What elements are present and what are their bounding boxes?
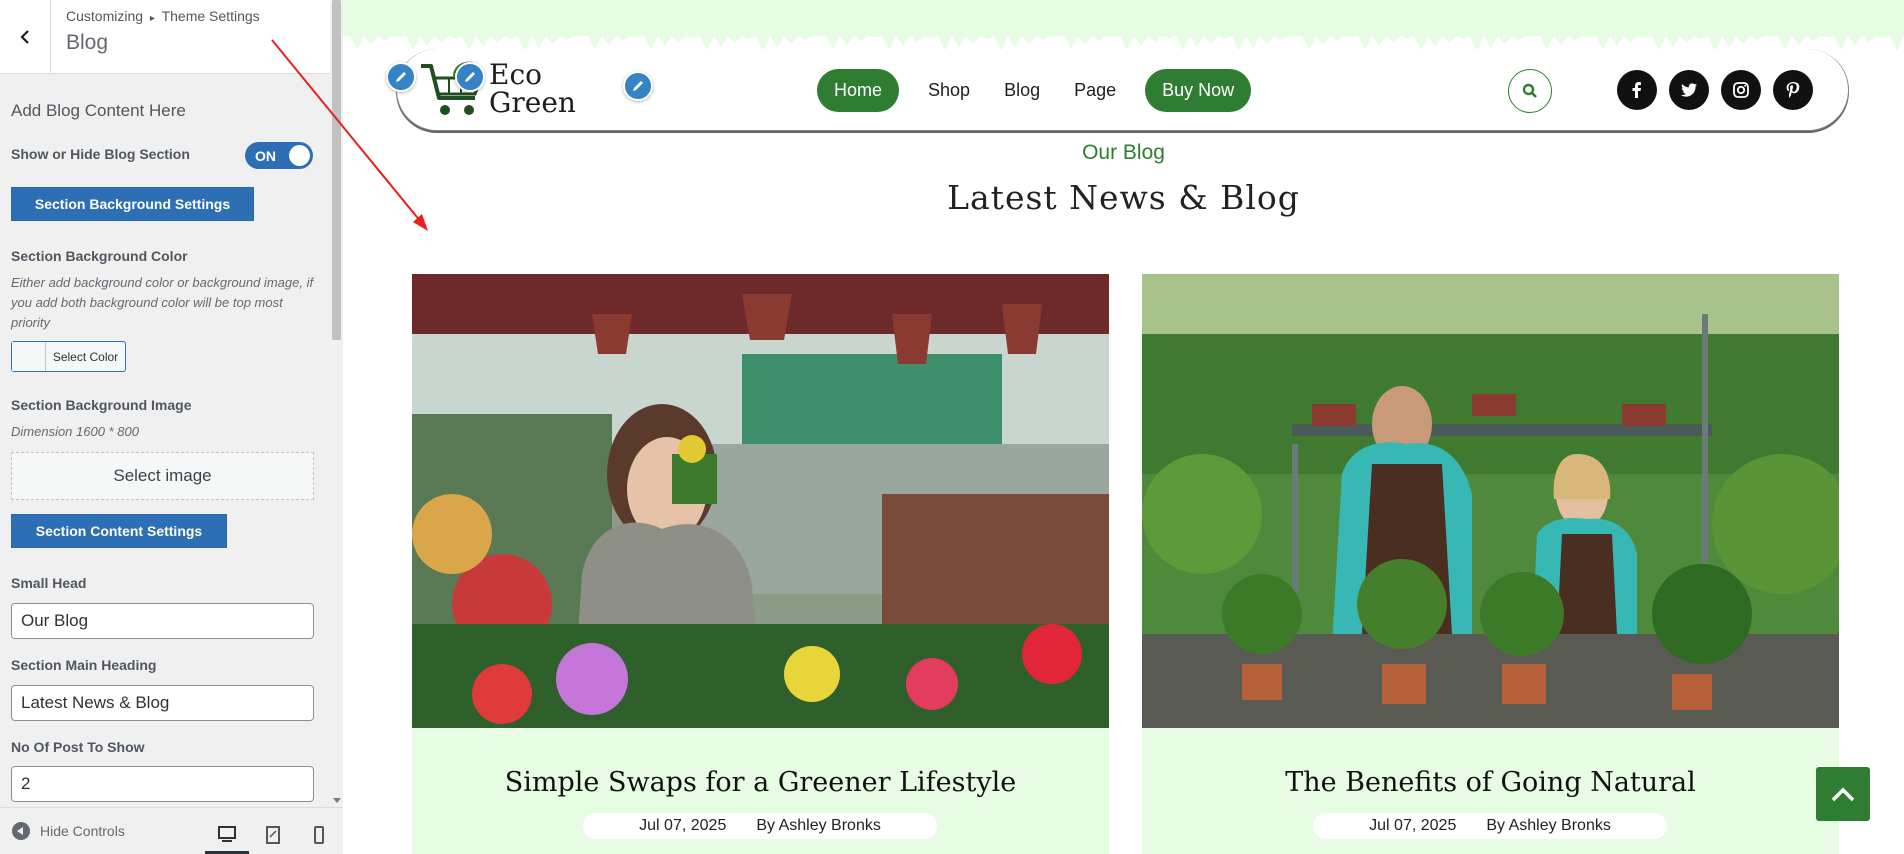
edit-site-title-pin[interactable]	[455, 62, 485, 92]
blog-card-date: Jul 07, 2025	[1369, 817, 1457, 834]
blog-card[interactable]: The Benefits of Going Natural Jul 07, 20…	[1142, 274, 1839, 854]
hide-controls-label: Hide Controls	[40, 823, 125, 839]
blog-card-image-greenhouse[interactable]	[1142, 274, 1839, 728]
main-nav: Home Shop Blog Page Buy Now	[817, 69, 1252, 112]
tablet-preview-button[interactable]	[251, 816, 295, 854]
buy-now-button[interactable]: Buy Now	[1145, 69, 1252, 112]
breadcrumb-parent: Customizing	[66, 8, 144, 24]
color-swatch	[12, 342, 46, 371]
blog-card-meta: Jul 07, 2025 By Ashley Bronks	[583, 813, 937, 839]
show-hide-toggle[interactable]: ON	[245, 142, 313, 169]
desktop-preview-button[interactable]	[205, 816, 249, 854]
post-count-input[interactable]: 2	[11, 766, 314, 802]
breadcrumb-separator: ▸	[149, 13, 155, 24]
blog-card[interactable]: Simple Swaps for a Greener Lifestyle Jul…	[412, 274, 1109, 854]
bg-image-label: Section Background Image	[11, 397, 192, 413]
bg-color-description: Either add background color or backgroun…	[11, 275, 314, 330]
content-settings-button[interactable]: Section Content Settings	[11, 514, 227, 548]
blog-card-title[interactable]: The Benefits of Going Natural	[1142, 767, 1839, 798]
blog-card-author[interactable]: By Ashley Bronks	[756, 817, 881, 835]
tablet-icon	[266, 826, 280, 844]
blog-card-author[interactable]: By Ashley Bronks	[1486, 817, 1611, 835]
main-heading-input[interactable]: Latest News & Blog	[11, 685, 314, 721]
collapse-icon	[12, 822, 30, 840]
nav-shop[interactable]: Shop	[911, 69, 987, 112]
nav-page[interactable]: Page	[1057, 69, 1133, 112]
show-hide-label: Show or Hide Blog Section	[11, 146, 190, 162]
logo-text: Eco Green	[489, 61, 576, 117]
back-button[interactable]	[0, 0, 51, 73]
nav-home[interactable]: Home	[817, 69, 900, 112]
scroll-down-icon[interactable]	[333, 798, 341, 803]
blog-card-date: Jul 07, 2025	[639, 817, 727, 834]
blog-card-image-garden-market[interactable]	[412, 274, 1109, 728]
select-color-button[interactable]: Select Color	[11, 341, 126, 372]
background-settings-button[interactable]: Section Background Settings	[11, 187, 254, 221]
post-count-label: No Of Post To Show	[11, 739, 145, 755]
small-head-input[interactable]: Our Blog	[11, 603, 314, 639]
toggle-knob	[289, 145, 310, 166]
small-head-label: Small Head	[11, 575, 87, 591]
facebook-icon	[1632, 82, 1641, 98]
customizer-header: Customizing ▸ Theme Settings Blog	[0, 0, 330, 74]
photo-gardeners-greenhouse	[1142, 274, 1839, 728]
logo-line-1: Eco	[489, 58, 542, 91]
instagram-icon	[1733, 82, 1749, 98]
blog-card-title[interactable]: Simple Swaps for a Greener Lifestyle	[412, 767, 1109, 798]
chevron-left-icon	[20, 29, 29, 44]
pencil-icon	[465, 72, 475, 82]
desktop-icon	[218, 825, 236, 842]
main-heading-label: Section Main Heading	[11, 657, 157, 673]
photo-woman-smelling-flowers	[412, 274, 1109, 728]
customizer-sidebar: Customizing ▸ Theme Settings Blog Add Bl…	[0, 0, 343, 854]
hide-controls-button[interactable]: Hide Controls	[12, 822, 125, 840]
breadcrumb: Customizing ▸ Theme Settings	[66, 8, 260, 24]
mobile-icon	[314, 826, 324, 844]
search-icon	[1522, 83, 1537, 98]
nav-blog[interactable]: Blog	[987, 69, 1057, 112]
select-image-button[interactable]: Select image	[11, 452, 314, 500]
scroll-thumb[interactable]	[332, 0, 341, 340]
mobile-preview-button[interactable]	[297, 816, 341, 854]
search-button[interactable]	[1508, 69, 1552, 113]
pencil-icon	[396, 72, 406, 82]
site-preview: Eco Green Home Shop Blog Page Buy Now Ou…	[343, 0, 1904, 854]
edit-menu-pin[interactable]	[623, 71, 653, 101]
twitter-icon	[1681, 83, 1697, 97]
section-description: Add Blog Content Here	[11, 101, 186, 120]
section-main-heading: Latest News & Blog	[947, 178, 1300, 217]
logo-line-2: Green	[489, 86, 576, 119]
customizer-footer: Hide Controls	[0, 807, 343, 854]
bg-image-dimension: Dimension 1600 * 800	[11, 424, 139, 439]
select-color-label: Select Color	[52, 349, 119, 364]
breadcrumb-section: Theme Settings	[161, 8, 260, 24]
pencil-icon	[633, 81, 643, 91]
blog-card-meta: Jul 07, 2025 By Ashley Bronks	[1313, 813, 1667, 839]
section-small-head: Our Blog	[1082, 141, 1165, 164]
toggle-state: ON	[255, 148, 276, 164]
pinterest-link[interactable]	[1773, 70, 1813, 110]
site-logo[interactable]: Eco Green	[419, 58, 576, 120]
panel-title: Blog	[66, 31, 109, 54]
back-to-top-button[interactable]	[1816, 767, 1870, 821]
chevron-up-icon	[1831, 787, 1855, 802]
pinterest-icon	[1786, 82, 1800, 98]
facebook-link[interactable]	[1617, 70, 1657, 110]
twitter-link[interactable]	[1669, 70, 1709, 110]
edit-logo-pin[interactable]	[386, 62, 416, 92]
sidebar-scrollbar[interactable]	[330, 0, 343, 807]
bg-color-label: Section Background Color	[11, 248, 188, 264]
instagram-link[interactable]	[1721, 70, 1761, 110]
